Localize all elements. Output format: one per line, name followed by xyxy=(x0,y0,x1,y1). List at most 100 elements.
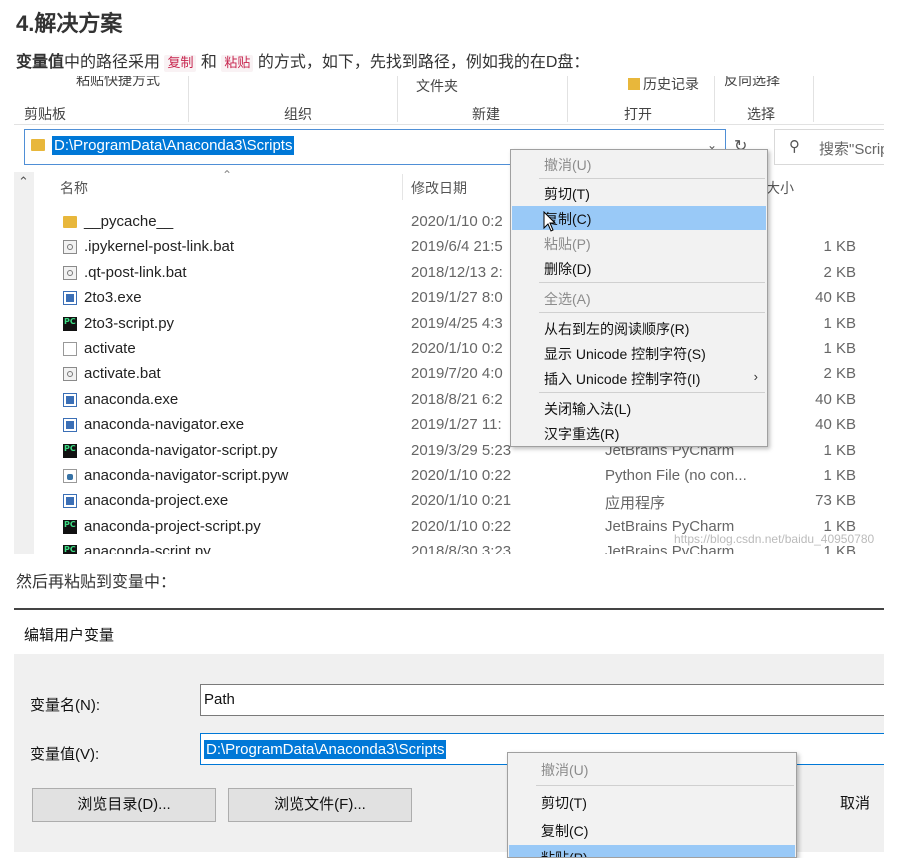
intro-text-3: 的方式，如下，先找到路径，例如我的在D盘： xyxy=(253,54,590,71)
scroll-up-icon[interactable]: ⌃ xyxy=(18,174,29,190)
file-name: anaconda.exe xyxy=(84,390,179,408)
file-row[interactable]: anaconda-navigator-script.pyw 2020/1/10 0… xyxy=(34,464,884,489)
file-name: .qt-post-link.bat xyxy=(84,263,187,281)
ribbon-paste-shortcut[interactable]: 粘贴快捷方式 xyxy=(76,76,160,90)
intro-text-1: 中的路径采用 xyxy=(64,54,165,71)
file-size: 40 KB xyxy=(815,289,856,307)
menu-item-reconvert[interactable]: 汉字重选(R) xyxy=(512,421,766,445)
menu-item-insert-unicode[interactable]: 插入 Unicode 控制字符(I) › xyxy=(512,366,766,390)
ribbon-separator xyxy=(813,76,814,122)
file-date: 2019/1/27 11: xyxy=(411,416,502,434)
ribbon-group-organize: 组织 xyxy=(284,106,312,122)
file-name: .ipykernel-post-link.bat xyxy=(84,238,235,256)
file-date: 2020/1/10 0:22 xyxy=(411,517,512,535)
search-placeholder: 搜索"Scripts" xyxy=(819,141,884,158)
menu-item-delete[interactable]: 删除(D) xyxy=(512,256,766,280)
file-name: anaconda-script.py xyxy=(84,543,211,554)
var-name-value: Path xyxy=(204,691,235,708)
file-size: 1 KB xyxy=(823,467,856,484)
batch-file-icon xyxy=(63,367,77,382)
context-menu-explorer: 撤消(U) 剪切(T) 复制(C) 粘贴(P) 删除(D) 全选(A) 从右到左… xyxy=(510,149,768,447)
dialog-title: 编辑用户变量 xyxy=(24,627,115,644)
menu-separator xyxy=(539,282,765,283)
menu-separator xyxy=(539,312,765,313)
file-name: 2to3.exe xyxy=(84,289,142,307)
var-name-input[interactable]: Path xyxy=(200,684,884,716)
menu-item-paste[interactable]: 粘贴(P) xyxy=(512,231,766,255)
file-type: 应用程序 xyxy=(605,495,666,513)
watermark: https://blog.csdn.net/baidu_40950780 xyxy=(674,532,875,546)
file-date: 2019/7/20 4:0 xyxy=(411,365,503,383)
search-icon: ⚲ xyxy=(789,138,800,155)
menu-item-rtl-reading[interactable]: 从右到左的阅读顺序(R) xyxy=(512,316,766,340)
ribbon-new-folder[interactable]: 文件夹 xyxy=(416,76,458,96)
menu-item-undo[interactable]: 撤消(U) xyxy=(512,152,766,176)
context-menu-dialog: 撤消(U) 剪切(T) 复制(C) 粘贴(P) xyxy=(507,752,797,858)
menu-item-select-all[interactable]: 全选(A) xyxy=(512,286,766,310)
inline-code-paste: 粘贴 xyxy=(221,55,254,72)
ribbon-group-open: 打开 xyxy=(624,106,652,122)
ribbon-group-select: 选择 xyxy=(747,106,775,122)
pycharm-file-icon xyxy=(63,519,77,534)
menu-separator xyxy=(539,392,765,393)
file-date: 2020/1/10 0:2 xyxy=(411,340,503,357)
ribbon-invert-selection[interactable]: 反向选择 xyxy=(724,76,780,90)
cancel-button[interactable]: 取消 xyxy=(840,788,884,822)
menu-item-cut[interactable]: 剪切(T) xyxy=(512,181,766,205)
file-name: anaconda-project.exe xyxy=(84,492,229,510)
folder-icon xyxy=(63,216,77,228)
var-name-label: 变量名(N): xyxy=(30,697,100,714)
blank-file-icon xyxy=(63,342,77,356)
search-box[interactable]: ⚲ 搜索"Scripts" xyxy=(774,129,884,165)
address-path[interactable]: D:\ProgramData\Anaconda3\Scripts xyxy=(52,136,295,155)
then-paragraph: 然后再粘贴到变量中： xyxy=(16,574,177,591)
batch-file-icon xyxy=(63,265,77,280)
file-name: anaconda-navigator-script.py xyxy=(84,441,278,459)
menu-item-show-unicode[interactable]: 显示 Unicode 控制字符(S) xyxy=(512,341,766,365)
intro-bold: 变量值 xyxy=(16,54,65,71)
executable-icon xyxy=(63,494,77,509)
menu-item-undo[interactable]: 撤消(U) xyxy=(509,757,795,781)
file-size: 40 KB xyxy=(815,390,856,408)
file-date: 2020/1/10 0:22 xyxy=(411,467,512,484)
executable-icon xyxy=(63,291,77,306)
section-heading: 4.解决方案 xyxy=(16,11,123,36)
column-header-date[interactable]: 修改日期 xyxy=(411,178,467,198)
ribbon-separator xyxy=(567,76,568,122)
batch-file-icon xyxy=(63,240,77,255)
dialog-titlebar: 编辑用户变量 xyxy=(14,608,884,654)
menu-item-cut[interactable]: 剪切(T) xyxy=(509,790,795,814)
python-file-icon xyxy=(63,469,77,483)
sort-caret-icon: ⌃ xyxy=(222,168,233,182)
var-value-label: 变量值(V): xyxy=(30,746,100,763)
file-date: 2019/1/27 8:0 xyxy=(411,289,503,307)
file-size: 73 KB xyxy=(815,492,856,510)
intro-paragraph: 变量值中的路径采用 复制 和 粘贴 的方式，如下，先找到路径，例如我的在D盘： xyxy=(16,48,589,72)
vertical-scrollbar[interactable]: ⌃ xyxy=(14,172,34,554)
file-type: Python File (no con... xyxy=(605,467,747,484)
menu-item-close-ime[interactable]: 关闭输入法(L) xyxy=(512,396,766,420)
file-name: 2to3-script.py xyxy=(84,314,175,332)
file-date: 2019/3/29 5:23 xyxy=(411,441,512,459)
pycharm-file-icon xyxy=(63,545,77,554)
inline-code-copy: 复制 xyxy=(164,55,197,72)
ribbon-history[interactable]: 历史记录 xyxy=(628,76,699,94)
file-row[interactable]: anaconda-project.exe 2020/1/10 0:21 应用程序 73… xyxy=(34,489,884,514)
file-size: 1 KB xyxy=(823,238,856,256)
browse-directory-button[interactable]: 浏览目录(D)... xyxy=(32,788,216,822)
menu-separator xyxy=(536,785,794,786)
history-icon xyxy=(628,78,640,90)
executable-icon xyxy=(63,392,77,407)
menu-item-copy[interactable]: 复制(C) xyxy=(509,818,795,842)
browse-file-button[interactable]: 浏览文件(F)... xyxy=(228,788,412,822)
chevron-right-icon: › xyxy=(753,369,758,384)
file-size: 1 KB xyxy=(823,340,856,357)
column-header-size[interactable]: 大小 xyxy=(766,178,794,198)
file-date: 2018/8/21 6:2 xyxy=(411,390,503,408)
column-header-name[interactable]: 名称 xyxy=(60,178,88,198)
ribbon: 粘贴快捷方式 文件夹 历史记录 反向选择 剪贴板 组织 新建 打开 选择 xyxy=(14,76,884,125)
file-name: __pycache__ xyxy=(84,213,174,230)
file-size: 2 KB xyxy=(823,263,856,281)
file-date: 2018/12/13 2: xyxy=(411,263,503,281)
executable-icon xyxy=(63,418,77,433)
